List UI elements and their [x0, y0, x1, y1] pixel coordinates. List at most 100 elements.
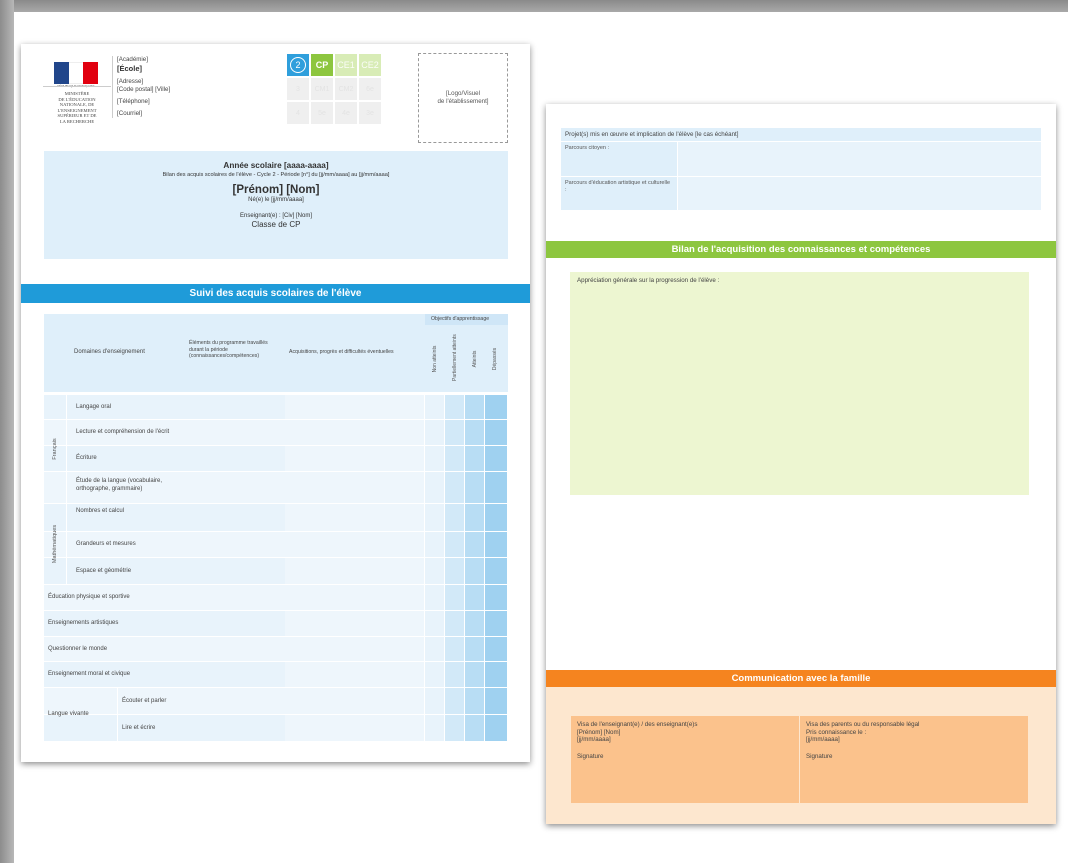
- grade-selector: 2 CP CE1 CE2 3 CM1 CM2 6e 4 5e 4e 3e: [287, 54, 381, 124]
- parcours-citoyen-label: Parcours citoyen :: [561, 142, 677, 176]
- level-cell[interactable]: [425, 472, 444, 503]
- col-domaines-header: Domaines d'enseignement: [74, 349, 145, 355]
- level-cell[interactable]: [425, 558, 444, 584]
- row-label: Espace et géométrie: [76, 567, 132, 574]
- level-cell[interactable]: [465, 688, 484, 714]
- acquisitions-cell[interactable]: [285, 715, 424, 741]
- level-cell[interactable]: [465, 504, 484, 531]
- level-cell[interactable]: [425, 688, 444, 714]
- school-year-title: Année scolaire [aaaa-aaaa]: [223, 161, 329, 170]
- level-cell[interactable]: [445, 472, 464, 503]
- level-cell[interactable]: [445, 637, 464, 661]
- section-title-suivi: Suivi des acquis scolaires de l'élève: [21, 284, 530, 303]
- level-cell[interactable]: [445, 532, 464, 557]
- level-cell[interactable]: [465, 662, 484, 687]
- level-cell[interactable]: [425, 662, 444, 687]
- visa-parents-box[interactable]: Visa des parents ou du responsable légal…: [800, 716, 1028, 803]
- row-label: Lecture et compréhension de l'écrit: [76, 429, 170, 435]
- level-cell[interactable]: [445, 420, 464, 445]
- level-cell[interactable]: [465, 611, 484, 636]
- level-cell[interactable]: [425, 395, 444, 419]
- adresse-field: [Adresse]: [117, 78, 144, 85]
- acquisitions-cell[interactable]: [285, 532, 424, 557]
- grade-cell: 4e: [335, 102, 357, 124]
- section-title-communication: Communication avec la famille: [546, 670, 1056, 687]
- grade-ce2[interactable]: CE2: [359, 54, 381, 76]
- parcours-citoyen-field[interactable]: [678, 142, 1041, 176]
- acquisitions-cell[interactable]: [285, 472, 424, 503]
- level-cell[interactable]: [465, 585, 484, 610]
- level-cell[interactable]: [465, 420, 484, 445]
- level-cell[interactable]: [465, 715, 484, 741]
- visa-parents-pris: Pris connaissance le :: [806, 728, 867, 736]
- level-cell[interactable]: [425, 715, 444, 741]
- level-cell[interactable]: [485, 637, 507, 661]
- level-cell[interactable]: [425, 446, 444, 471]
- level-cell[interactable]: [445, 688, 464, 714]
- grade-cell: 3: [287, 78, 309, 100]
- grade-cp-selected[interactable]: CP: [311, 54, 333, 76]
- level-cell[interactable]: [485, 472, 507, 503]
- row-label: Écouter et parler: [122, 697, 167, 704]
- level-cell[interactable]: [485, 715, 507, 741]
- grade-cell: 3e: [359, 102, 381, 124]
- level-cell[interactable]: [465, 637, 484, 661]
- level-cell[interactable]: [485, 446, 507, 471]
- courriel-field: [Courriel]: [117, 110, 143, 117]
- school-info: [Académie] [École] [Adresse] [Code posta…: [112, 56, 202, 118]
- level-cell[interactable]: [425, 532, 444, 557]
- acquisitions-cell[interactable]: [285, 611, 424, 636]
- level-cell[interactable]: [445, 662, 464, 687]
- level-cell[interactable]: [425, 611, 444, 636]
- level-cell[interactable]: [485, 504, 507, 531]
- grade-ce1[interactable]: CE1: [335, 54, 357, 76]
- divider: [66, 395, 67, 585]
- level-cell[interactable]: [485, 585, 507, 610]
- level-cell[interactable]: [445, 395, 464, 419]
- level-cell[interactable]: [485, 532, 507, 557]
- ministry-name: MINISTÈRE DE L'ÉDUCATION NATIONALE, DE L…: [43, 86, 111, 138]
- visa-parents-title: Visa des parents ou du responsable légal: [806, 721, 920, 728]
- acquisitions-cell[interactable]: [285, 504, 424, 531]
- cycle-badge: 2: [287, 54, 309, 76]
- student-name: [Prénom] [Nom]: [232, 184, 320, 196]
- level-cell[interactable]: [485, 420, 507, 445]
- level-cell[interactable]: [485, 558, 507, 584]
- level-cell[interactable]: [445, 585, 464, 610]
- level-cell[interactable]: [425, 420, 444, 445]
- appreciation-field[interactable]: Appréciation générale sur la progression…: [570, 272, 1029, 495]
- level-cell[interactable]: [445, 715, 464, 741]
- row-label: Grandeurs et mesures: [76, 541, 136, 547]
- level-cell[interactable]: [485, 395, 507, 419]
- acquisitions-cell[interactable]: [285, 446, 424, 471]
- level-cell[interactable]: [445, 611, 464, 636]
- grade-cell: CM2: [335, 78, 357, 100]
- acquisitions-cell[interactable]: [285, 558, 424, 584]
- divider: [117, 688, 118, 742]
- level-cell[interactable]: [425, 585, 444, 610]
- level-cell[interactable]: [485, 688, 507, 714]
- acquisitions-cell[interactable]: [285, 395, 424, 419]
- acquisitions-cell[interactable]: [285, 585, 424, 610]
- level-cell[interactable]: [465, 532, 484, 557]
- level-cell[interactable]: [445, 446, 464, 471]
- projets-section: Projet(s) mis en œuvre et implication de…: [561, 128, 1041, 210]
- acquisitions-cell[interactable]: [285, 688, 424, 714]
- level-cell[interactable]: [465, 558, 484, 584]
- acquisitions-cell[interactable]: [285, 420, 424, 445]
- level-cell[interactable]: [465, 395, 484, 419]
- row-label: Éducation physique et sportive: [48, 594, 130, 600]
- acquisitions-cell[interactable]: [285, 662, 424, 687]
- level-cell[interactable]: [485, 662, 507, 687]
- level-cell[interactable]: [425, 637, 444, 661]
- group-mathematiques: Mathématiques: [52, 524, 58, 563]
- level-cell[interactable]: [445, 504, 464, 531]
- level-cell[interactable]: [425, 504, 444, 531]
- level-cell[interactable]: [465, 446, 484, 471]
- visa-enseignant-box[interactable]: Visa de l'enseignant(e) / des enseignant…: [571, 716, 799, 803]
- level-cell[interactable]: [445, 558, 464, 584]
- level-cell[interactable]: [485, 611, 507, 636]
- level-cell[interactable]: [465, 472, 484, 503]
- acquisitions-cell[interactable]: [285, 637, 424, 661]
- parcours-education-field[interactable]: [678, 177, 1041, 210]
